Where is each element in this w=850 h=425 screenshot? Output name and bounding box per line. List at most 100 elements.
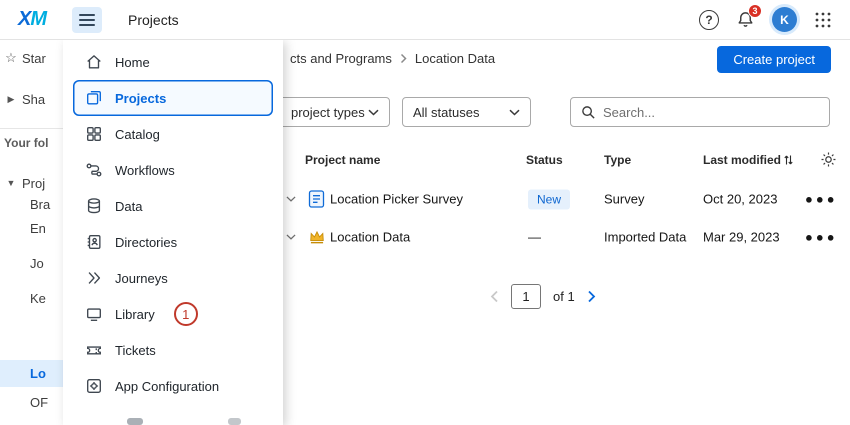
pagination: 1 of 1	[490, 284, 596, 309]
sidebar-item-label: Lo	[30, 366, 46, 381]
menu-item-journeys[interactable]: Journeys	[73, 260, 273, 296]
next-page-icon[interactable]	[587, 290, 596, 303]
menu-item-data[interactable]: Data	[73, 188, 273, 224]
sidebar-folder[interactable]: Ke	[0, 286, 63, 310]
menu-item-label: Library	[115, 307, 155, 322]
sidebar-item-shared[interactable]: ▶ Sha	[0, 87, 63, 111]
row-expand-chevron-icon[interactable]	[286, 234, 296, 241]
status-dropdown[interactable]: All statuses	[402, 97, 531, 127]
row-menu-icon[interactable]: ●●●	[805, 230, 838, 245]
global-nav-menu: Home Projects Catalog Workflows Data Dir…	[63, 40, 283, 425]
app-configuration-icon	[85, 377, 103, 395]
menu-item-catalog[interactable]: Catalog	[73, 116, 273, 152]
column-header-type[interactable]: Type	[604, 153, 631, 167]
table-settings-gear-icon[interactable]	[820, 151, 837, 168]
row-menu-icon[interactable]: ●●●	[805, 192, 838, 207]
sidebar-section-label: Your fol	[4, 136, 48, 150]
menu-item-label: Tickets	[115, 343, 156, 358]
sidebar-item-label: Star	[22, 51, 46, 66]
directories-icon	[85, 233, 103, 251]
sidebar-folder[interactable]: OF	[0, 390, 63, 414]
menu-item-label: Workflows	[115, 163, 175, 178]
column-header-label: Last modified	[703, 153, 781, 167]
menu-item-label: Catalog	[115, 127, 160, 142]
last-modified-date: Oct 20, 2023	[703, 192, 777, 207]
folders-sidebar: ☆ Star ▶ Sha Your fol ▼ Proj Bra En Jo K…	[0, 40, 63, 425]
survey-icon	[308, 190, 325, 209]
status-empty: —	[528, 230, 541, 245]
search-input[interactable]	[603, 105, 819, 120]
page-title: Projects	[128, 12, 179, 28]
scrollbar-thumb[interactable]	[228, 418, 241, 425]
sort-icon	[784, 154, 793, 166]
menu-item-workflows[interactable]: Workflows	[73, 152, 273, 188]
menu-item-tickets[interactable]: Tickets	[73, 332, 273, 368]
sidebar-item-starred[interactable]: ☆ Star	[0, 46, 63, 70]
column-header-project-name[interactable]: Project name	[305, 153, 380, 167]
last-modified-date: Mar 29, 2023	[703, 230, 780, 245]
sidebar-item-label: OF	[30, 395, 48, 410]
project-name-link[interactable]: Location Data	[330, 230, 410, 245]
breadcrumb: cts and Programs Location Data	[290, 51, 495, 66]
top-bar: XM Projects ? 3 K	[0, 0, 850, 40]
menu-item-label: Data	[115, 199, 142, 214]
sidebar-item-label: Jo	[30, 256, 44, 271]
logo-x: X	[18, 8, 30, 30]
menu-item-label: Journeys	[115, 271, 168, 286]
annotation-circle-step-1: 1	[174, 302, 198, 326]
create-project-button[interactable]: Create project	[717, 46, 831, 73]
tickets-icon	[85, 341, 103, 359]
hamburger-menu-button[interactable]	[72, 7, 102, 33]
logo-m: M	[30, 8, 46, 30]
projects-icon	[85, 89, 103, 107]
chevron-down-icon	[368, 109, 379, 116]
xm-logo: XM	[18, 8, 46, 31]
sidebar-folder-selected[interactable]: Lo	[0, 360, 63, 387]
menu-item-directories[interactable]: Directories	[73, 224, 273, 260]
avatar[interactable]: K	[772, 7, 797, 32]
catalog-icon	[85, 125, 103, 143]
table-row[interactable]: Location Picker Survey New Survey Oct 20…	[283, 181, 850, 217]
column-header-last-modified[interactable]: Last modified	[703, 153, 793, 167]
sidebar-folder[interactable]: Bra	[0, 192, 63, 216]
breadcrumb-current[interactable]: Location Data	[415, 51, 495, 66]
menu-item-label: App Configuration	[115, 379, 219, 394]
scrollbar-thumb[interactable]	[127, 418, 143, 425]
table-row[interactable]: Location Data — Imported Data Mar 29, 20…	[283, 219, 850, 255]
menu-item-library[interactable]: Library 1	[73, 296, 273, 332]
search-icon	[581, 105, 596, 120]
data-icon	[85, 197, 103, 215]
dropdown-value: project types	[291, 105, 365, 120]
sidebar-item-label: Bra	[30, 197, 50, 212]
breadcrumb-parent[interactable]: cts and Programs	[290, 51, 392, 66]
caret-down-icon: ▼	[0, 178, 22, 188]
help-icon[interactable]: ?	[699, 10, 719, 30]
sidebar-folder[interactable]: Jo	[0, 251, 63, 275]
row-expand-chevron-icon[interactable]	[286, 196, 296, 203]
menu-item-label: Projects	[115, 91, 166, 106]
sidebar-folder[interactable]: En	[0, 216, 63, 240]
sidebar-divider	[0, 128, 63, 129]
menu-item-home[interactable]: Home	[73, 44, 273, 80]
apps-grid-icon[interactable]	[814, 11, 832, 29]
status-badge: New	[528, 190, 570, 210]
menu-item-label: Directories	[115, 235, 177, 250]
sidebar-item-label: Sha	[22, 92, 45, 107]
star-icon: ☆	[0, 50, 22, 66]
menu-item-projects[interactable]: Projects	[73, 80, 273, 116]
menu-item-label: Home	[115, 55, 150, 70]
notifications-button[interactable]: 3	[736, 10, 755, 29]
project-type: Survey	[604, 192, 644, 207]
home-icon	[85, 53, 103, 71]
workflows-icon	[85, 161, 103, 179]
menu-item-app-configuration[interactable]: App Configuration	[73, 368, 273, 404]
column-header-status[interactable]: Status	[526, 153, 563, 167]
project-name-link[interactable]: Location Picker Survey	[330, 192, 463, 207]
sidebar-item-label: Ke	[30, 291, 46, 306]
search-box	[570, 97, 830, 127]
dropdown-value: All statuses	[413, 105, 479, 120]
page-number-input[interactable]: 1	[511, 284, 541, 309]
chevron-down-icon	[509, 109, 520, 116]
previous-page-icon[interactable]	[490, 290, 499, 303]
sidebar-item-label: Proj	[22, 176, 45, 191]
